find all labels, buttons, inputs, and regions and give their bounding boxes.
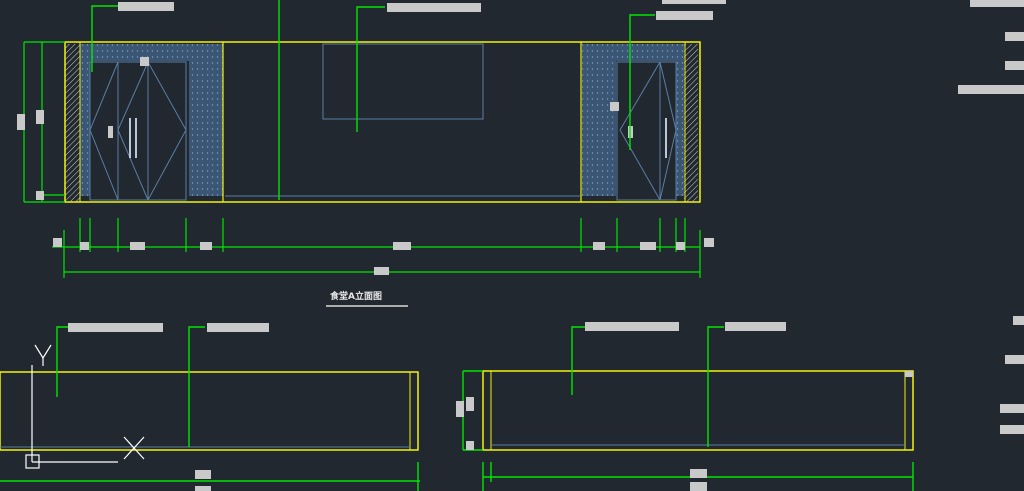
elevation-a: 食堂A立面图 — [17, 0, 1024, 307]
leader-labels-top — [118, 0, 1024, 111]
cad-drawing-canvas[interactable]: 食堂A立面图 — [0, 0, 1024, 491]
wall-hatch-right — [684, 44, 698, 202]
dim-text-blocks — [53, 238, 714, 275]
glass-door-right — [616, 61, 677, 201]
left-panel — [80, 44, 223, 196]
center-screen — [322, 43, 484, 120]
leaders-top — [91, 0, 655, 200]
glass-door-left — [89, 61, 187, 201]
elevation-title: 食堂A立面图 — [329, 290, 382, 302]
dim-vertical-left — [23, 41, 65, 203]
right-panel — [582, 44, 684, 196]
elevation-bottom-right — [456, 322, 914, 491]
wall-hatch-left — [65, 44, 80, 202]
elevation-bottom-left — [0, 323, 420, 491]
right-edge-labels — [1000, 316, 1024, 434]
